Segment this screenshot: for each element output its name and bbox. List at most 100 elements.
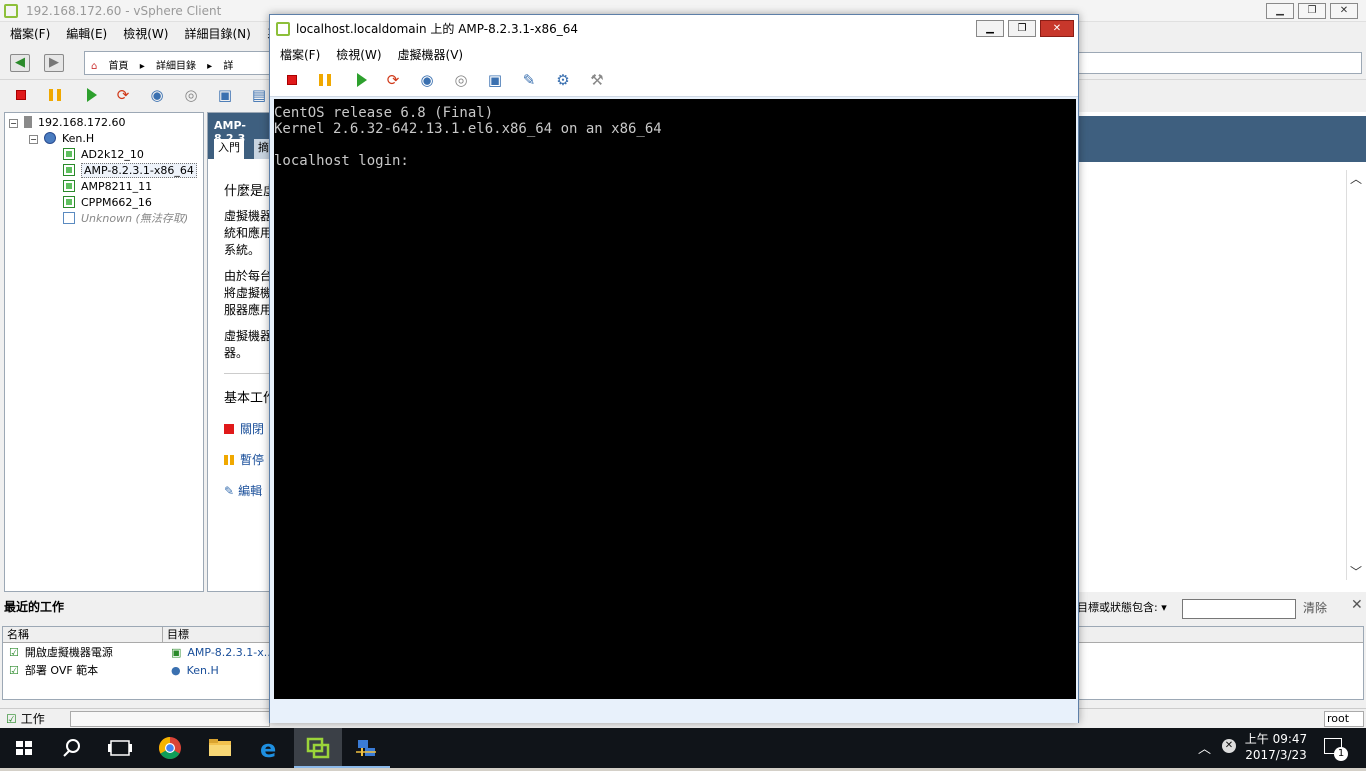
power-off-icon[interactable]	[12, 86, 30, 104]
start-button[interactable]	[0, 728, 48, 768]
vsphere-logo-icon	[4, 4, 18, 18]
tree-vm-label: CPPM662_16	[81, 196, 152, 209]
snapshot-icon[interactable]: ◉	[148, 86, 166, 104]
show-hidden-icons-icon[interactable]: ︿	[1198, 738, 1211, 757]
inventory-tree: −192.168.172.60 − Ken.H AD2k12_10 AMP-8.2…	[4, 112, 204, 592]
task-power-off-link[interactable]: 關閉	[224, 421, 272, 438]
vm-icon: ▣	[171, 646, 182, 659]
table-row[interactable]: ☑ 開啟虛擬機器電源	[9, 645, 113, 661]
tree-host-label: 192.168.172.60	[38, 116, 126, 129]
taskbar-file-explorer[interactable]	[196, 728, 244, 768]
task-view-button[interactable]	[96, 728, 144, 768]
edit-settings-icon: ✎	[224, 484, 235, 498]
filter-label[interactable]: 目標或狀態包含: ▾	[1077, 599, 1167, 615]
home-icon[interactable]: ⌂	[91, 61, 97, 72]
console-icon[interactable]: ▤	[250, 86, 268, 104]
revert-snapshot-icon[interactable]: ◎	[452, 71, 470, 89]
tree-vm-row[interactable]: AMP8211_11	[63, 179, 152, 195]
reset-icon[interactable]: ⟳	[384, 71, 402, 89]
suspend-icon[interactable]	[316, 71, 334, 89]
tree-vm-row[interactable]: CPPM662_16	[63, 195, 152, 211]
console-screen[interactable]: CentOS release 6.8 (Final) Kernel 2.6.32…	[274, 99, 1076, 699]
console-minimize-button[interactable]: ▁	[976, 20, 1004, 37]
tree-vm-row-selected[interactable]: AMP-8.2.3.1-x86_64	[63, 163, 197, 179]
search-icon	[63, 739, 80, 757]
menu-edit[interactable]: 編輯(E)	[56, 22, 113, 42]
filter-input[interactable]	[1182, 599, 1296, 619]
task-power-off-label[interactable]: 關閉	[240, 422, 264, 436]
console-close-button[interactable]: ✕	[1040, 20, 1074, 37]
tasks-icon: ☑	[6, 712, 17, 726]
close-icon[interactable]: ✕	[1351, 597, 1363, 613]
vsphere-logo-icon	[276, 22, 290, 36]
power-on-icon[interactable]	[82, 86, 100, 104]
column-header-target[interactable]: 目標	[163, 627, 273, 643]
power-on-icon[interactable]	[352, 71, 370, 89]
breadcrumb-home[interactable]: 首頁	[109, 61, 129, 72]
task-suspend-label[interactable]: 暫停	[240, 453, 264, 467]
main-minimize-button[interactable]: ▁	[1266, 3, 1294, 19]
vm-inaccessible-icon	[63, 212, 75, 224]
table-row[interactable]: ☑ 部署 OVF 範本	[9, 663, 98, 679]
console-menu-vm[interactable]: 虛擬機器(V)	[388, 43, 470, 63]
action-center-icon[interactable]: 1	[1324, 738, 1348, 761]
suspend-icon[interactable]	[46, 86, 64, 104]
scroll-up-icon[interactable]: ︿	[1350, 170, 1362, 187]
content-scrollbar[interactable]: ︿ ﹀	[1346, 170, 1364, 580]
main-maximize-button[interactable]: ❐	[1298, 3, 1326, 19]
menu-file[interactable]: 檔案(F)	[0, 22, 56, 42]
clock-time: 上午 09:47	[1244, 732, 1308, 746]
breadcrumb-arrow-icon: ▸	[139, 61, 145, 72]
task-target[interactable]: ● Ken.H	[171, 663, 219, 679]
status-field	[70, 711, 270, 727]
vm-powered-on-icon	[63, 148, 75, 160]
console-maximize-button[interactable]: ❐	[1008, 20, 1036, 37]
snapshot-manager-icon[interactable]: ▣	[486, 71, 504, 89]
content-line: 統和應用	[224, 226, 272, 240]
console-menu-file[interactable]: 檔案(F)	[270, 43, 326, 63]
task-target[interactable]: ▣ AMP-8.2.3.1-x...	[171, 645, 274, 661]
scroll-down-icon[interactable]: ﹀	[1350, 563, 1362, 580]
main-close-button[interactable]: ✕	[1330, 3, 1358, 19]
cd-dvd-icon[interactable]: ⚙	[554, 71, 572, 89]
taskbar-edge[interactable]: e	[246, 728, 294, 768]
taskbar-vsphere-client[interactable]	[294, 728, 342, 768]
column-header-name[interactable]: 名稱	[3, 627, 163, 643]
snapshot-manager-icon[interactable]: ▣	[216, 86, 234, 104]
back-arrow-icon[interactable]: ◀	[10, 54, 30, 72]
floppy-icon[interactable]: ⚒	[588, 71, 606, 89]
search-field[interactable]	[1076, 52, 1362, 74]
tree-vm-label: AMP8211_11	[81, 180, 153, 193]
content-line: 虛擬機器	[224, 329, 272, 343]
edit-settings-icon[interactable]: ✎	[520, 71, 538, 89]
tree-vm-row[interactable]: AD2k12_10	[63, 147, 144, 163]
breadcrumb-inventory[interactable]: 詳細目錄	[156, 61, 196, 72]
task-edit-link[interactable]: ✎ 編輯	[224, 483, 272, 500]
menu-view[interactable]: 檢視(W)	[113, 22, 174, 42]
breadcrumb: ⌂ 首頁 ▸ 詳細目錄 ▸ 詳	[84, 51, 284, 75]
task-edit-label[interactable]: 編輯	[238, 484, 262, 498]
taskbar-chrome[interactable]	[146, 728, 194, 768]
search-button[interactable]	[48, 728, 96, 768]
content-line: 由於每台	[224, 269, 272, 283]
taskbar-clock[interactable]: 上午 09:47 2017/3/23	[1240, 731, 1312, 763]
console-title-bar[interactable]: localhost.localdomain 上的 AMP-8.2.3.1-x86…	[270, 15, 1078, 43]
tab-getting-started[interactable]: 入門	[214, 139, 244, 159]
vm-powered-on-icon	[63, 164, 75, 176]
tree-datacenter-row[interactable]: − Ken.H	[29, 131, 94, 147]
reset-icon[interactable]: ⟳	[114, 86, 132, 104]
console-menu-view[interactable]: 檢視(W)	[326, 43, 387, 63]
task-suspend-link[interactable]: 暫停	[224, 452, 272, 469]
tree-host-row[interactable]: −192.168.172.60	[9, 115, 125, 131]
forward-arrow-icon[interactable]: ▶	[44, 54, 64, 72]
breadcrumb-more[interactable]: 詳	[223, 61, 233, 72]
network-disconnected-icon[interactable]: ✕	[1222, 739, 1236, 753]
tree-vm-row-unknown[interactable]: Unknown (無法存取)	[63, 211, 188, 227]
revert-snapshot-icon[interactable]: ◎	[182, 86, 200, 104]
taskbar-network-app[interactable]	[342, 728, 390, 768]
power-off-icon[interactable]	[283, 71, 301, 89]
status-tasks-button[interactable]: ☑ 工作	[6, 710, 45, 727]
menu-inventory[interactable]: 詳細目錄(N)	[174, 22, 256, 42]
snapshot-icon[interactable]: ◉	[418, 71, 436, 89]
clear-button[interactable]: 清除	[1303, 599, 1327, 616]
